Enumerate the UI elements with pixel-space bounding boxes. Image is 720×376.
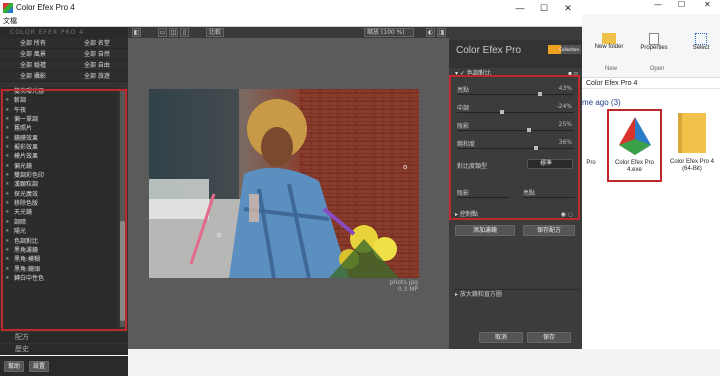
- category-item[interactable]: 全部 自由: [64, 60, 128, 71]
- svg-text:o: o: [217, 231, 221, 239]
- add-filter-button[interactable]: 添加濾鏡: [455, 225, 515, 236]
- logo: COLOR EFEX PRO 4: [0, 27, 128, 38]
- minimize-icon[interactable]: —: [654, 0, 662, 9]
- recipes-section[interactable]: 配方: [0, 332, 128, 343]
- maximize-icon[interactable]: ☐: [532, 0, 556, 16]
- left-footer: 幫助 設置: [0, 356, 128, 376]
- help-button[interactable]: 幫助: [4, 361, 24, 372]
- highlight-frame: [449, 75, 580, 220]
- zoom-select[interactable]: 縮放 (100 %): [364, 28, 414, 37]
- close-icon[interactable]: ✕: [704, 0, 711, 9]
- folder-name: Color Efex Pro 4 (64-Bit): [669, 159, 715, 172]
- preview-photo[interactable]: o o: [149, 89, 419, 278]
- category-item[interactable]: 全部 旅遊: [64, 71, 128, 82]
- preview-area: ◧ ▭ ◫ ▯ 比較 縮放 (100 %) ◐ ◨ o o photo.jpg …: [128, 27, 449, 349]
- save-button[interactable]: 保存: [527, 332, 571, 343]
- exe-file-item[interactable]: Color Efex Pro 4.exe: [607, 109, 662, 182]
- control-points-label: 控制點: [459, 211, 478, 218]
- minimize-icon[interactable]: —: [508, 0, 532, 16]
- photo-filename: photo.jpg: [389, 279, 418, 286]
- close-icon[interactable]: ✕: [556, 0, 580, 16]
- control-point-add-icon[interactable]: ◉ ◌: [561, 210, 573, 219]
- category-item[interactable]: 全部 婚禮: [0, 60, 64, 71]
- select-icon: [695, 33, 707, 45]
- control-points-row[interactable]: ▸ 控制點 ◉ ◌: [455, 210, 577, 219]
- app-icon: [3, 3, 13, 13]
- category-item[interactable]: 全部 名堂: [64, 38, 128, 49]
- filter-panel: COLOR EFEX PRO 4 全部 所有 全部 名堂 全部 風景 全部 自然…: [0, 27, 128, 376]
- single-view-icon[interactable]: ▭: [158, 28, 167, 37]
- exe-file-name: Color Efex Pro 4.exe: [614, 160, 654, 173]
- panel-header: Color Efex Pro Collection: [449, 40, 582, 68]
- cancel-button[interactable]: 取消: [479, 332, 523, 343]
- photo-image: o o: [149, 89, 419, 278]
- save-recipe-button[interactable]: 保存配方: [523, 225, 575, 236]
- split-view-icon[interactable]: ◫: [169, 28, 178, 37]
- preview-toolbar: ◧ ▭ ◫ ▯ 比較 縮放 (100 %) ◐ ◨: [128, 27, 449, 38]
- maximize-icon[interactable]: ☐: [678, 0, 685, 9]
- title-bar: Color Efex Pro 4 — ☐ ✕: [0, 0, 582, 16]
- explorer-ribbon: — ☐ ✕ New folder Properties Select New O…: [582, 0, 720, 78]
- time-group-header[interactable]: me ago (3): [582, 98, 720, 107]
- brand-badge: Collection: [548, 45, 581, 54]
- new-folder-button[interactable]: New folder: [594, 33, 624, 50]
- panel-title: Color Efex Pro: [456, 45, 522, 56]
- app-window: Color Efex Pro 4 — ☐ ✕ 文檔 COLOR EFEX PRO…: [0, 0, 582, 376]
- loupe-histogram-row[interactable]: ▸ 放大鏡和直方圖: [455, 289, 580, 298]
- properties-label: Properties: [640, 45, 668, 51]
- file-explorer: — ☐ ✕ New folder Properties Select New O…: [582, 0, 720, 349]
- breadcrumb[interactable]: Color Efex Pro 4: [582, 79, 720, 89]
- svg-text:o: o: [403, 163, 407, 171]
- file-item[interactable]: Pro: [582, 160, 600, 167]
- history-section[interactable]: 歷史: [0, 344, 128, 355]
- new-folder-label: New folder: [594, 44, 624, 50]
- category-item[interactable]: 全部 所有: [0, 38, 64, 49]
- group-open-label: Open: [649, 66, 665, 72]
- explorer-titlebar: — ☐ ✕: [582, 0, 720, 14]
- menu-file[interactable]: 文檔: [3, 17, 17, 25]
- loupe-label: 放大鏡和直方圖: [459, 291, 502, 298]
- photo-info: photo.jpg 0.3 MP: [372, 279, 418, 293]
- app-exe-icon: [618, 117, 651, 155]
- panel-toggle-icon[interactable]: ◧: [132, 28, 141, 37]
- folder-icon: [602, 33, 616, 44]
- properties-icon: [649, 33, 659, 45]
- category-grid: 全部 所有 全部 名堂 全部 風景 全部 自然 全部 婚禮 全部 自由 全部 攝…: [0, 38, 128, 82]
- properties-button[interactable]: Properties: [637, 33, 671, 51]
- window-title: Color Efex Pro 4: [16, 3, 75, 12]
- menu-bar: 文檔: [0, 16, 582, 27]
- background-toggle-icon[interactable]: ◐: [426, 28, 435, 37]
- category-item[interactable]: 全部 風景: [0, 49, 64, 60]
- panel-right-icon[interactable]: ◨: [437, 28, 446, 37]
- adjustment-panel: Color Efex Pro Collection ▾ ✓ 色調對比 ▪ ▫ 亮…: [449, 27, 582, 349]
- category-item[interactable]: 全部 攝影: [0, 71, 64, 82]
- side-by-side-icon[interactable]: ▯: [180, 28, 189, 37]
- settings-button[interactable]: 設置: [29, 361, 49, 372]
- photo-size: 0.3 MP: [397, 286, 418, 293]
- folder-file-item[interactable]: Color Efex Pro 4 (64-Bit): [666, 113, 718, 173]
- compare-button[interactable]: 比較: [206, 28, 224, 37]
- category-item[interactable]: 全部 自然: [64, 49, 128, 60]
- select-label: Select: [692, 45, 710, 51]
- folder-icon: [678, 113, 706, 153]
- group-new-label: New: [604, 66, 617, 72]
- select-button[interactable]: Select: [686, 33, 716, 51]
- highlight-frame: [1, 89, 127, 331]
